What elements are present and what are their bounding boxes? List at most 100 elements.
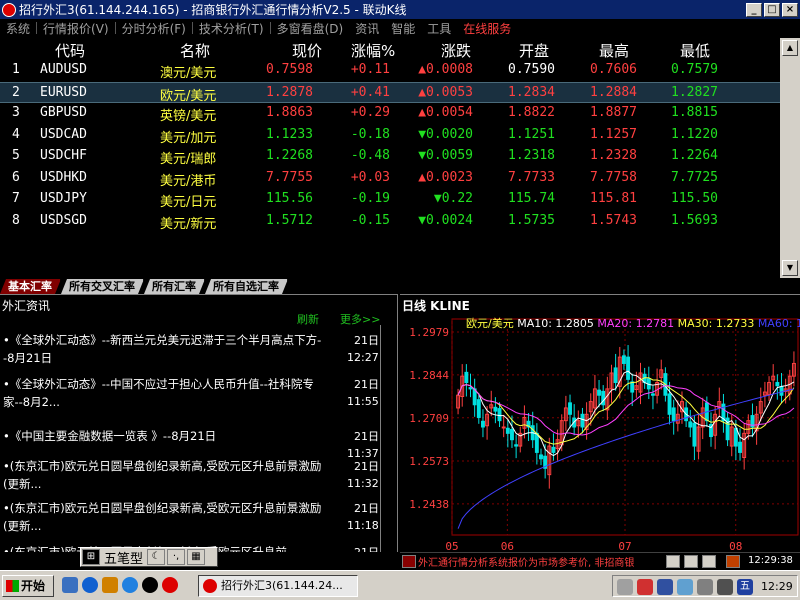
menu-item-1[interactable]: 行情报价(V) <box>37 20 115 37</box>
menu-item-5[interactable]: 资讯 <box>349 20 385 37</box>
change-amount: 0.0023 <box>426 169 473 185</box>
table-row[interactable]: 1 AUDUSD 澳元/美元 0.7598 +0.11 ▲0.0008 0.7590 0.76… <box>0 60 780 81</box>
ime-toolbar[interactable]: ⊞ 五笔型 ☾ ·, ▦ <box>80 547 218 567</box>
table-header-low[interactable]: 最低 <box>680 40 710 61</box>
row-index: 6 <box>12 169 20 185</box>
app-quicklaunch-icon[interactable] <box>162 577 178 593</box>
minimize-button[interactable]: _ <box>746 2 762 17</box>
table-row[interactable]: 8 USDSGD 美元/新元 1.5712 -0.15 ▼0.0024 1.5735 1.57… <box>0 211 780 232</box>
chart-legend: 欧元/美元 MA10: 1.2805 MA20: 1.2781 MA30: 1.… <box>466 317 800 330</box>
taskbar-app-button[interactable]: 招行外汇3(61.144.24... <box>198 575 358 597</box>
currency-code: EURUSD <box>40 84 87 100</box>
menu-item-8[interactable]: 在线服务 <box>457 20 517 37</box>
currency-name: 美元/日元 <box>160 195 217 210</box>
high-price: 1.2884 <box>590 84 637 100</box>
open-price: 0.7590 <box>508 62 555 77</box>
network-icon[interactable] <box>717 579 733 595</box>
maximize-button[interactable]: □ <box>764 2 780 17</box>
qq-icon[interactable] <box>142 577 158 593</box>
media-icon[interactable] <box>122 577 138 593</box>
ma-legend-ma60: MA60: 1 <box>758 317 800 330</box>
status-icon-3[interactable] <box>702 555 716 568</box>
currency-name: 澳元/美元 <box>160 66 217 81</box>
table-header-code[interactable]: 代码 <box>55 40 85 61</box>
news-item[interactable]: •(东京汇市)欧元兑日圆早盘创纪录新高,受欧元区升息前景激励(更新... <box>3 499 327 535</box>
y-tick-label: 1.2844 <box>409 369 449 382</box>
ime-logo-icon[interactable]: ⊞ <box>82 549 100 565</box>
desktop-icon[interactable] <box>62 577 78 593</box>
start-button[interactable]: 开始 <box>2 575 54 597</box>
sound-icon[interactable] <box>726 555 740 568</box>
change-amount: 0.0054 <box>426 105 473 120</box>
high-price: 1.2328 <box>590 148 637 163</box>
candle-body <box>667 393 672 415</box>
kline-chart[interactable]: 1.29791.28441.27091.25731.243805 06 07 08欧元… <box>400 313 800 555</box>
ma-legend-ma20: MA20: 1.2781 <box>597 317 677 330</box>
ime-tray-icon[interactable]: 五 <box>737 579 753 595</box>
candle-body <box>621 355 626 364</box>
table-row[interactable]: 2 EURUSD 欧元/美元 1.2878 +0.41 ▲0.0053 1.2834 1.28… <box>0 81 780 104</box>
scroll-up-button[interactable]: ▲ <box>782 40 798 56</box>
vertical-scrollbar[interactable]: ▲ ▼ <box>780 38 800 278</box>
news-date: 21日 <box>354 544 379 552</box>
tab-0[interactable]: 基本汇率 <box>0 279 61 294</box>
menu-item-4[interactable]: 多窗看盘(D) <box>271 20 350 37</box>
menu-item-3[interactable]: 技术分析(T) <box>193 20 270 37</box>
table-row[interactable]: 6 USDHKD 美元/港币 7.7755 +0.03 ▲0.0023 7.7733 7.77… <box>0 168 780 189</box>
ime-punct-icon[interactable]: ·, <box>167 549 186 565</box>
tray-icon-1[interactable] <box>617 579 633 595</box>
tab-1[interactable]: 所有交叉汇率 <box>61 279 144 294</box>
tab-2[interactable]: 所有汇率 <box>144 279 205 294</box>
change-percent: -0.18 <box>350 126 390 142</box>
kline-title: 日线 KLINE <box>402 299 470 313</box>
table-header-high[interactable]: 最高 <box>599 40 629 61</box>
table-row[interactable]: 3 GBPUSD 英镑/美元 1.8863 +0.29 ▲0.0054 1.8822 1.88… <box>0 103 780 124</box>
speaker-icon[interactable] <box>697 579 713 595</box>
table-header-pct[interactable]: 涨幅% <box>351 40 395 61</box>
news-item[interactable]: •《全球外汇动态》--新西兰元兑美元迟滞于三个半月高点下方--8月21日 <box>3 331 327 367</box>
news-divider <box>380 325 381 552</box>
system-tray: 五 12:29 <box>612 575 798 597</box>
scroll-down-button[interactable]: ▼ <box>782 260 798 276</box>
news-date: 21日 <box>354 334 379 347</box>
ime-keyboard-icon[interactable]: ▦ <box>187 549 206 565</box>
ie-icon[interactable] <box>82 577 98 593</box>
table-header-price[interactable]: 现价 <box>292 40 322 61</box>
news-item[interactable]: •(东京汇市)欧元兑日圆早盘创纪录新高,受欧元区升息前景激励(更新... <box>3 457 327 493</box>
open-price: 1.8822 <box>508 105 555 120</box>
menu-item-2[interactable]: 分时分析(F) <box>116 20 192 37</box>
high-price: 1.5743 <box>590 212 637 228</box>
tray-clock: 12:29 <box>761 580 793 593</box>
tray-icon-4[interactable] <box>677 579 693 595</box>
table-header-name[interactable]: 名称 <box>180 40 210 61</box>
ime-mode-label[interactable]: 五笔型 <box>101 548 146 567</box>
table-row[interactable]: 4 USDCAD 美元/加元 1.1233 -0.18 ▼0.0020 1.1251 1.12… <box>0 125 780 146</box>
news-item[interactable]: •《中国主要金融数据一览表 》--8月21日 <box>3 427 327 445</box>
candle-body <box>505 427 510 434</box>
table-header-open[interactable]: 开盘 <box>519 40 549 61</box>
menu-item-6[interactable]: 智能 <box>385 20 421 37</box>
news-item[interactable]: •《全球外汇动态》--中国不应过于担心人民币升值--社科院专家--8月2... <box>3 375 327 411</box>
tray-icon-2[interactable] <box>637 579 653 595</box>
table-row[interactable]: 7 USDJPY 美元/日元 115.56 -0.19 ▼0.22 115.74 115.81… <box>0 189 780 210</box>
status-icon-2[interactable] <box>684 555 698 568</box>
currency-name: 欧元/美元 <box>160 88 217 104</box>
table-header-change[interactable]: 涨跌 <box>441 40 471 61</box>
more-link[interactable]: 更多>> <box>340 311 380 327</box>
y-tick-label: 1.2709 <box>409 412 449 425</box>
menu-item-7[interactable]: 工具 <box>421 20 457 37</box>
refresh-link[interactable]: 刷新 <box>297 311 319 327</box>
status-icon-1[interactable] <box>666 555 680 568</box>
news-time: 11:18 <box>347 519 379 532</box>
alert-icon[interactable] <box>402 555 416 568</box>
start-label: 开始 <box>21 579 46 593</box>
menu-item-0[interactable]: 系统 <box>0 20 36 37</box>
candle-body <box>733 427 738 447</box>
ime-moon-icon[interactable]: ☾ <box>147 549 166 565</box>
tab-3[interactable]: 所有自选汇率 <box>205 279 288 294</box>
outlook-icon[interactable] <box>102 577 118 593</box>
tray-icon-3[interactable] <box>657 579 673 595</box>
low-price: 7.7725 <box>671 169 718 185</box>
table-row[interactable]: 5 USDCHF 美元/瑞郎 1.2268 -0.48 ▼0.0059 1.2318 1.23… <box>0 146 780 167</box>
close-button[interactable]: × <box>782 2 798 17</box>
